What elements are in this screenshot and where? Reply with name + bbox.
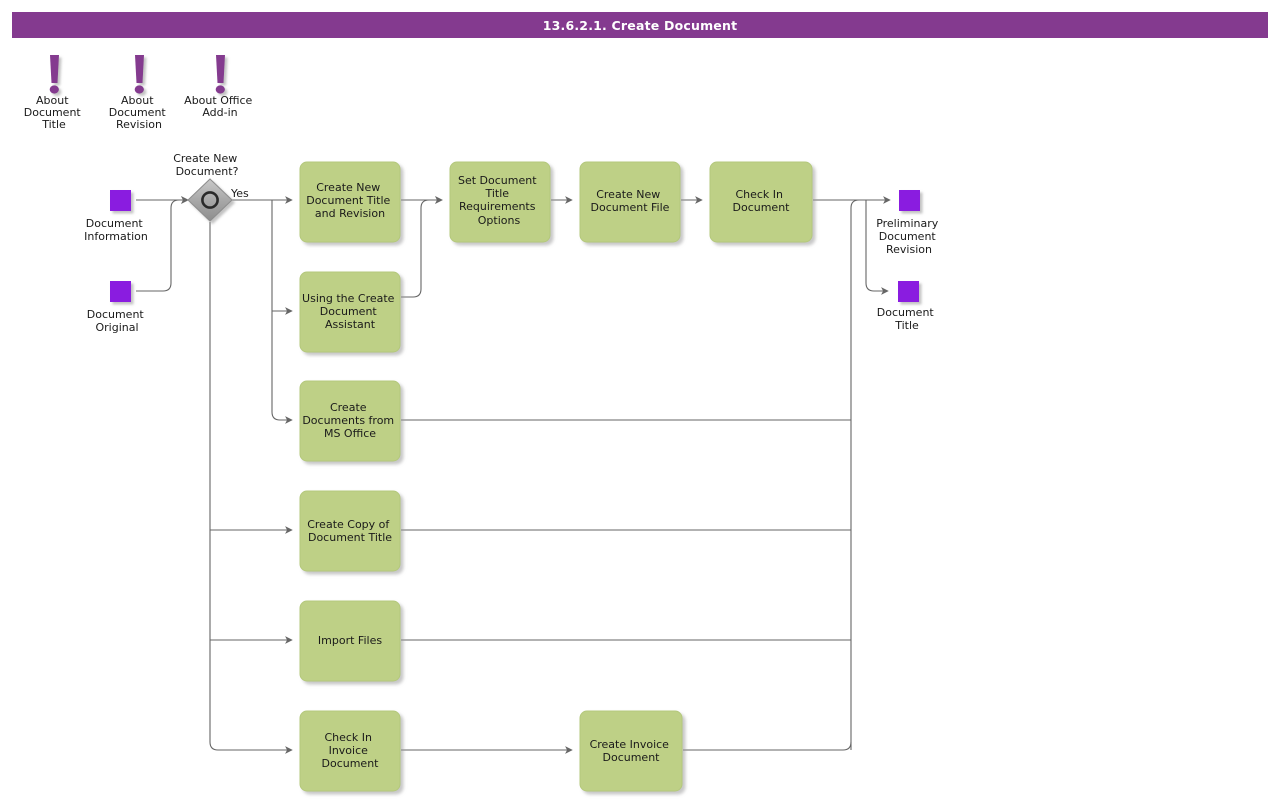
diagram-page: 13.6.2.1. Create Document About Document…: [0, 0, 1280, 800]
task-label: Create New Document Title and Revision: [306, 181, 394, 220]
edge-assistant-to-set-requirements: [401, 196, 443, 298]
data-object-icon: [899, 190, 920, 211]
gateway-yes-label: Yes: [230, 187, 249, 200]
edge-branch-spine-upper: [271, 200, 293, 424]
task-create-copy-of-document-title[interactable]: Create Copy of Document Title: [299, 490, 401, 572]
annotation-label: About Document Revision: [109, 94, 170, 131]
exclamation-icon: [215, 55, 225, 94]
task-check-in-document[interactable]: Check In Document: [709, 161, 813, 243]
exclamation-icon: [49, 55, 59, 94]
edge-docoriginal-to-gateway: [136, 196, 189, 292]
task-check-in-invoice-document[interactable]: Check In Invoice Document: [299, 710, 401, 792]
task-layer: Create New Document Title and Revision S…: [299, 161, 813, 792]
task-label: Create New Document File: [591, 188, 670, 214]
task-label: Check In Invoice Document: [322, 731, 380, 770]
edge-join-to-document-title: [865, 200, 889, 295]
annotation-about-document-revision[interactable]: About Document Revision: [109, 55, 170, 131]
gateway-diamond-icon: [187, 178, 233, 222]
task-label: Import Files: [318, 634, 382, 647]
edge-create-invoice-to-return-spine: [683, 741, 852, 751]
annotation-about-document-title[interactable]: About Document Title: [24, 55, 85, 131]
data-object-document-title[interactable]: Document Title: [877, 281, 938, 332]
data-object-label: Document Original: [87, 308, 148, 334]
data-object-icon: [110, 281, 131, 302]
data-object-label: Document Title: [877, 306, 938, 332]
annotation-about-office-add-in[interactable]: About Office Add-in: [184, 55, 256, 119]
task-create-new-document-title-and-revision[interactable]: Create New Document Title and Revision: [299, 161, 401, 243]
edge-return-spine: [850, 199, 866, 750]
data-object-document-information[interactable]: Document Information: [84, 190, 148, 243]
annotation-label: About Office Add-in: [184, 94, 256, 119]
gateway-create-new-document[interactable]: Create New Document? Yes: [173, 152, 249, 222]
edge-gateway-spine: [209, 222, 293, 754]
data-object-icon: [898, 281, 919, 302]
process-diagram-canvas: About Document Title About Document Revi…: [24, 55, 942, 792]
task-label: Check In Document: [733, 188, 791, 214]
exclamation-icon: [134, 55, 144, 94]
data-object-icon: [110, 190, 131, 211]
task-label: Create Copy of Document Title: [307, 518, 393, 544]
task-import-files[interactable]: Import Files: [299, 600, 401, 682]
gateway-label: Create New Document?: [173, 152, 241, 178]
data-object-label: Preliminary Document Revision: [876, 217, 942, 256]
annotation-label: About Document Title: [24, 94, 85, 131]
data-object-document-original[interactable]: Document Original: [87, 281, 148, 334]
task-set-document-title-requirements-options[interactable]: Set Document Title Requirements Options: [449, 161, 551, 243]
task-using-the-create-document-assistant[interactable]: Using the Create Document Assistant: [299, 271, 401, 353]
task-create-invoice-document[interactable]: Create Invoice Document: [579, 710, 683, 792]
task-create-documents-from-ms-office[interactable]: Create Documents from MS Office: [299, 380, 401, 462]
data-object-label: Document Information: [84, 217, 148, 243]
connector-layer: [136, 196, 891, 754]
annotation-layer: About Document Title About Document Revi…: [24, 55, 256, 131]
task-create-new-document-file[interactable]: Create New Document File: [579, 161, 681, 243]
